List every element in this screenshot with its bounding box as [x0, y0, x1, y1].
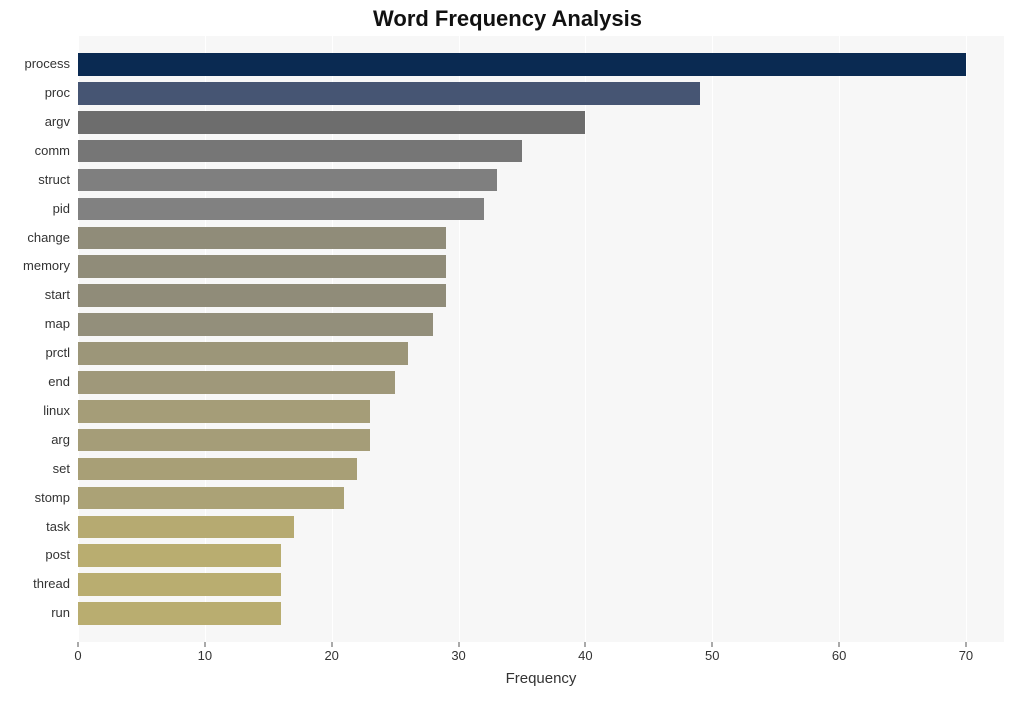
y-tick-label: post: [0, 544, 70, 567]
bar: [78, 487, 344, 510]
y-tick-label: run: [0, 602, 70, 625]
x-tick-mark: [331, 642, 332, 647]
bar: [78, 342, 408, 365]
bar: [78, 169, 497, 192]
bar: [78, 198, 484, 221]
plot-area: [78, 36, 1004, 642]
bar: [78, 255, 446, 278]
bar: [78, 140, 522, 163]
bar: [78, 602, 281, 625]
x-tick-mark: [839, 642, 840, 647]
x-axis-label: Frequency: [78, 670, 1004, 687]
x-tick-label: 50: [705, 648, 719, 663]
x-tick-mark: [585, 642, 586, 647]
chart-title: Word Frequency Analysis: [0, 6, 1015, 32]
y-tick-label: start: [0, 284, 70, 307]
x-tick-label: 30: [451, 648, 465, 663]
x-tick-mark: [78, 642, 79, 647]
bar: [78, 544, 281, 567]
x-tick-label: 0: [74, 648, 81, 663]
x-tick-label: 10: [198, 648, 212, 663]
x-tick-label: 40: [578, 648, 592, 663]
x-tick-label: 60: [832, 648, 846, 663]
x-tick-mark: [965, 642, 966, 647]
bar: [78, 371, 395, 394]
x-tick-label: 20: [324, 648, 338, 663]
bar: [78, 53, 966, 76]
y-tick-label: task: [0, 516, 70, 539]
x-tick-mark: [458, 642, 459, 647]
y-tick-label: thread: [0, 573, 70, 596]
bar: [78, 313, 433, 336]
y-tick-label: pid: [0, 198, 70, 221]
bar: [78, 111, 585, 134]
x-tick-label: 70: [959, 648, 973, 663]
y-tick-label: change: [0, 227, 70, 250]
bars-group: [78, 36, 1004, 642]
y-tick-label: arg: [0, 429, 70, 452]
bar: [78, 516, 294, 539]
x-tick-mark: [712, 642, 713, 647]
chart-container: Word Frequency Analysis process proc argv c…: [0, 0, 1015, 701]
y-tick-label: prctl: [0, 342, 70, 365]
bar: [78, 82, 700, 105]
bar: [78, 284, 446, 307]
y-tick-label: map: [0, 313, 70, 336]
bar: [78, 227, 446, 250]
x-tick-mark: [204, 642, 205, 647]
bar: [78, 458, 357, 481]
y-tick-label: stomp: [0, 487, 70, 510]
y-tick-label: comm: [0, 140, 70, 163]
y-tick-label: proc: [0, 82, 70, 105]
y-tick-label: end: [0, 371, 70, 394]
y-tick-label: set: [0, 458, 70, 481]
y-tick-label: linux: [0, 400, 70, 423]
y-tick-label: struct: [0, 169, 70, 192]
bar: [78, 400, 370, 423]
y-tick-label: memory: [0, 255, 70, 278]
bar: [78, 573, 281, 596]
y-tick-label: process: [0, 53, 70, 76]
y-tick-label: argv: [0, 111, 70, 134]
bar: [78, 429, 370, 452]
